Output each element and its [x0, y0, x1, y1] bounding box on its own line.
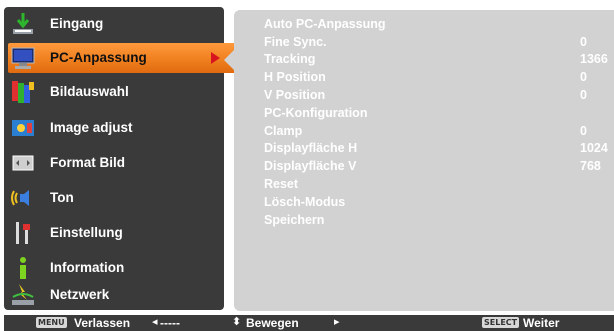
sound-icon: [10, 185, 36, 211]
menu-item-ton[interactable]: Ton: [4, 181, 224, 215]
menu-item-label: Netzwerk: [50, 287, 110, 302]
menu-item-pc-anpassung[interactable]: PC-Anpassung: [8, 43, 236, 73]
submenu-item-tracking[interactable]: Tracking 1366: [264, 52, 608, 69]
menu-item-netzwerk[interactable]: Netzwerk: [4, 278, 224, 312]
submenu-value: 0: [580, 70, 587, 84]
menu-item-label: Ton: [50, 190, 74, 205]
submenu-label: Reset: [264, 177, 299, 191]
menu-key-icon: MENU: [36, 317, 67, 328]
input-icon: [10, 11, 36, 37]
submenu-label: Tracking: [264, 52, 316, 66]
menu-item-format-bild[interactable]: Format Bild: [4, 146, 224, 180]
submenu-item-v-position[interactable]: V Position 0: [264, 88, 604, 105]
footer-bar: MENU Verlassen ◂ ----- ⬍ Bewegen ▸ SELEC…: [4, 315, 614, 331]
submenu-item-h-position[interactable]: H Position 0: [264, 70, 604, 87]
submenu-item-auto-pc-anpassung[interactable]: Auto PC-Anpassung: [264, 17, 604, 34]
pc-adjust-icon: [10, 45, 36, 71]
submenu-label: Fine Sync.: [264, 35, 327, 49]
submenu-panel: Auto PC-Anpassung Fine Sync. 0 Tracking …: [234, 10, 614, 311]
submenu-label: Speichern: [264, 213, 325, 227]
submenu-label: V Position: [264, 88, 326, 102]
exit-label: Verlassen: [74, 316, 131, 330]
submenu-value: 0: [580, 124, 587, 138]
submenu-label: Displayfläche H: [264, 141, 358, 155]
menu-item-label: PC-Anpassung: [50, 50, 147, 65]
screen-format-icon: [10, 150, 36, 176]
menu-item-label: Image adjust: [50, 120, 133, 135]
menu-item-label: Bildauswahl: [50, 84, 129, 99]
left-arrow-icon: ◂: [152, 316, 158, 328]
submenu-label: PC-Konfiguration: [264, 106, 368, 120]
menu-item-einstellung[interactable]: Einstellung: [4, 216, 224, 250]
submenu-label: Auto PC-Anpassung: [264, 17, 386, 31]
menu-item-bildauswahl[interactable]: Bildauswahl: [4, 75, 224, 109]
back-hint: -----: [160, 316, 180, 330]
main-menu: Eingang PC-Anpassung Bildauswahl Image a…: [4, 7, 236, 312]
submenu-label: Clamp: [264, 124, 303, 138]
submenu-item-fine-sync[interactable]: Fine Sync. 0: [264, 35, 604, 52]
next-label: Weiter: [523, 316, 560, 330]
submenu-pointer: [224, 50, 234, 70]
submenu-value: 1024: [580, 141, 608, 155]
submenu-item-loesch-modus[interactable]: Lösch-Modus: [264, 195, 604, 212]
image-select-icon: [10, 79, 36, 105]
setting-icon: [10, 220, 36, 246]
submenu-label: H Position: [264, 70, 326, 84]
right-arrow-icon: ▸: [334, 316, 340, 328]
submenu-item-speichern[interactable]: Speichern: [264, 213, 604, 230]
selection-arrow-icon: [211, 52, 220, 64]
menu-item-label: Einstellung: [50, 225, 123, 240]
menu-item-label: Eingang: [50, 16, 104, 31]
submenu-value: 0: [580, 35, 587, 49]
submenu-value: 768: [580, 159, 601, 173]
image-adjust-icon: [10, 115, 36, 141]
submenu-item-displayflaeche-v[interactable]: Displayfläche V 768: [264, 159, 604, 176]
submenu-item-pc-konfiguration[interactable]: PC-Konfiguration: [264, 106, 604, 123]
menu-item-eingang[interactable]: Eingang: [4, 7, 224, 41]
submenu-item-reset[interactable]: Reset: [264, 177, 604, 194]
up-down-arrow-icon: ⬍: [232, 316, 242, 328]
submenu-item-clamp[interactable]: Clamp 0: [264, 124, 604, 141]
move-label: Bewegen: [246, 316, 299, 330]
osd-frame: Eingang PC-Anpassung Bildauswahl Image a…: [0, 0, 614, 331]
submenu-label: Displayfläche V: [264, 159, 357, 173]
select-key-icon: SELECT: [482, 317, 520, 328]
menu-item-label: Information: [50, 260, 125, 275]
network-icon: [10, 282, 36, 308]
menu-item-label: Format Bild: [50, 155, 126, 170]
submenu-value: 0: [580, 88, 587, 102]
submenu-value: 1366: [580, 52, 608, 66]
submenu-item-displayflaeche-h[interactable]: Displayfläche H 1024: [264, 141, 608, 158]
submenu-label: Lösch-Modus: [264, 195, 346, 209]
menu-item-image-adjust[interactable]: Image adjust: [4, 111, 224, 145]
